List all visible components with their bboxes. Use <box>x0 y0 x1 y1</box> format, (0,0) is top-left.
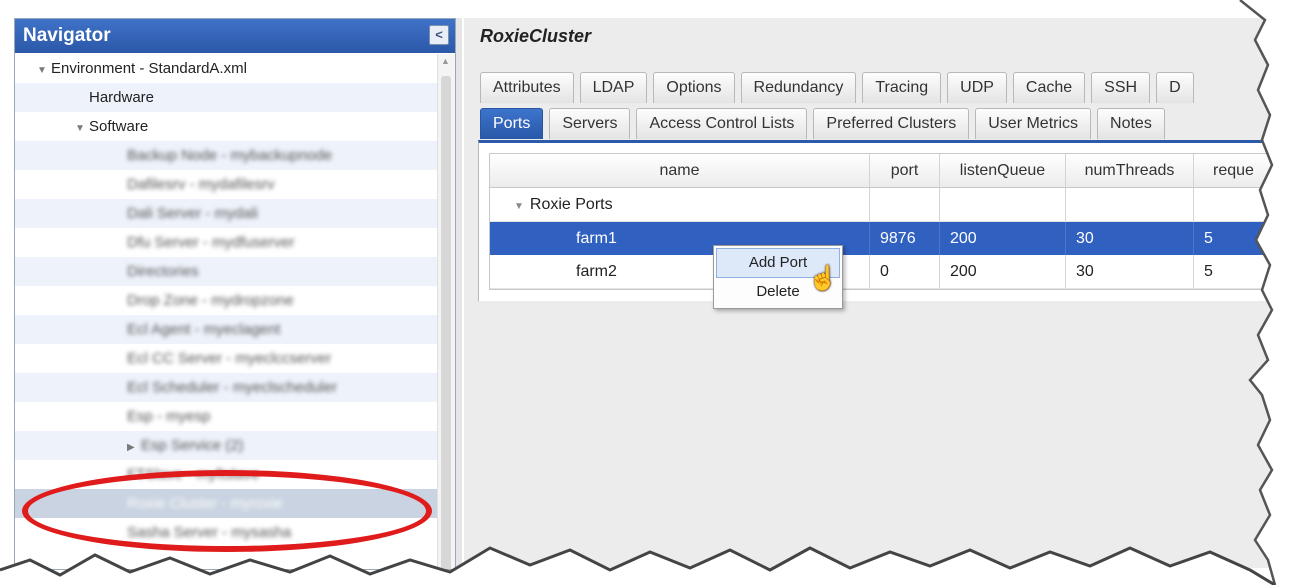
scrollbar-thumb[interactable] <box>441 76 451 569</box>
cell-listenqueue[interactable]: 200 <box>940 222 1066 255</box>
expand-right-icon[interactable]: ▶ <box>127 433 141 462</box>
tree-item[interactable]: ▼ Environment - StandardA.xml <box>15 54 437 83</box>
tree-item-label: Sasha Server - mysasha <box>127 524 292 541</box>
tab-ldap[interactable]: LDAP <box>579 72 648 103</box>
tab-cache[interactable]: Cache <box>1012 72 1086 103</box>
tab-user-metrics[interactable]: User Metrics <box>975 108 1092 139</box>
tree-item-label: FTSlave - myftslave <box>127 466 260 483</box>
tree-item-label: Directories <box>127 263 199 280</box>
tree-item[interactable]: Dali Server - mydali <box>15 199 437 228</box>
grid-header-row: name port listenQueue numThreads reque <box>490 154 1288 188</box>
column-header-port[interactable]: port <box>870 154 940 187</box>
tree-item[interactable]: Dfu Server - mydfuserver <box>15 228 437 257</box>
tree-item-label: Ecl CC Server - myeclccserver <box>127 350 332 367</box>
table-row[interactable]: farm1 9876 200 30 5 <box>490 222 1288 255</box>
navigator-title: Navigator <box>23 25 111 46</box>
tree-item[interactable]: Directories <box>15 257 437 286</box>
column-header-listenqueue[interactable]: listenQueue <box>940 154 1066 187</box>
tree-item[interactable]: Ecl Scheduler - myeclscheduler <box>15 373 437 402</box>
hand-pointer-icon: ☝ <box>808 265 838 292</box>
column-header-name[interactable]: name <box>490 154 870 187</box>
tree-item[interactable]: Dafilesrv - mydafilesrv <box>15 170 437 199</box>
tree-item[interactable]: Hardware <box>15 83 437 112</box>
page-title: RoxieCluster <box>480 26 592 46</box>
tab-tracing[interactable]: Tracing <box>862 72 942 103</box>
tab-bar-primary: Attributes LDAP Options Redundancy Tracing UD… <box>480 72 1200 104</box>
tab-attributes[interactable]: Attributes <box>480 72 574 103</box>
tab-ports[interactable]: Ports <box>480 108 544 139</box>
tab-options[interactable]: Options <box>653 72 735 103</box>
cell-listenqueue[interactable]: 200 <box>940 255 1066 288</box>
tree-item[interactable]: Ecl CC Server - myeclccserver <box>15 344 437 373</box>
tree-item[interactable]: Ecl Agent - myeclagent <box>15 315 437 344</box>
tree-item-label: Esp Service (2) <box>141 437 244 454</box>
tab-udp[interactable]: UDP <box>947 72 1007 103</box>
tree-item[interactable]: Drop Zone - mydropzone <box>15 286 437 315</box>
tab-bar-secondary: Ports Servers Access Control Lists Preferre… <box>480 108 1171 140</box>
table-row[interactable]: farm2 0 200 30 5 <box>490 255 1288 289</box>
main-panel: RoxieCluster Attributes LDAP Options Redund… <box>464 18 1289 568</box>
collapse-panel-button[interactable]: < <box>429 25 449 45</box>
panel-splitter[interactable] <box>456 18 462 568</box>
tree-item-label: Ecl Agent - myeclagent <box>127 321 281 338</box>
ports-grid: name port listenQueue numThreads reque ▼… <box>489 153 1289 290</box>
tab-redundancy[interactable]: Redundancy <box>740 72 857 103</box>
tree-item[interactable]: Roxie Cluster - myroxie <box>15 489 437 518</box>
tab-d[interactable]: D <box>1156 72 1194 103</box>
column-header-numthreads[interactable]: numThreads <box>1066 154 1194 187</box>
tree-item-label: Esp - myesp <box>127 408 211 425</box>
tab-ssh[interactable]: SSH <box>1091 72 1151 103</box>
tree-item[interactable]: Sasha Server - mysasha <box>15 518 437 547</box>
tab-servers[interactable]: Servers <box>549 108 631 139</box>
scroll-up-icon[interactable]: ▲ <box>441 56 450 66</box>
cell-port[interactable]: 0 <box>870 255 940 288</box>
tree-item[interactable]: FTSlave - myftslave <box>15 460 437 489</box>
expand-down-icon[interactable]: ▼ <box>514 201 524 212</box>
group-row[interactable]: ▼ Roxie Ports <box>490 188 1288 222</box>
tree-item-label: Dafilesrv - mydafilesrv <box>127 176 275 193</box>
tree-item-label: Roxie Cluster - myroxie <box>127 495 283 512</box>
tree-item-label: Drop Zone - mydropzone <box>127 292 294 309</box>
tree-item[interactable]: Backup Node - mybackupnode <box>15 141 437 170</box>
tab-content: name port listenQueue numThreads reque ▼… <box>478 140 1289 301</box>
tab-access-control-lists[interactable]: Access Control Lists <box>636 108 808 139</box>
navigator-scrollbar[interactable]: ▲ <box>437 54 455 569</box>
expand-down-icon[interactable]: ▼ <box>75 114 89 143</box>
tree-item-label: Software <box>89 118 149 135</box>
tree-item[interactable]: ▶ Esp Service (2) <box>15 431 437 460</box>
column-header-reque[interactable]: reque <box>1194 154 1274 187</box>
navigator-header: Navigator < <box>15 19 455 53</box>
navigator-tree: ▼ Environment - StandardA.xml Hardware ▼ Sof… <box>15 54 437 569</box>
cell-numthreads[interactable]: 30 <box>1066 222 1194 255</box>
cell-port[interactable]: 9876 <box>870 222 940 255</box>
tree-item-label: Ecl Scheduler - myeclscheduler <box>127 379 338 396</box>
tree-item[interactable]: Esp - myesp <box>15 402 437 431</box>
tree-item-label: Environment - StandardA.xml <box>51 60 247 77</box>
cell-reque[interactable]: 5 <box>1194 222 1274 255</box>
cell-reque[interactable]: 5 <box>1194 255 1274 288</box>
group-label: Roxie Ports <box>529 196 613 213</box>
tab-preferred-clusters[interactable]: Preferred Clusters <box>813 108 970 139</box>
cell-numthreads[interactable]: 30 <box>1066 255 1194 288</box>
navigator-panel: Navigator < ▼ Environment - StandardA.xml… <box>14 18 456 570</box>
tree-item-label: Hardware <box>89 89 155 106</box>
expand-down-icon[interactable]: ▼ <box>37 56 51 85</box>
tree-item[interactable]: ▼ Software <box>15 112 437 141</box>
tree-item-label: Dali Server - mydali <box>127 205 258 222</box>
tree-item-label: Dfu Server - mydfuserver <box>127 234 295 251</box>
tab-notes[interactable]: Notes <box>1097 108 1165 139</box>
tree-item-label: Backup Node - mybackupnode <box>127 147 333 164</box>
